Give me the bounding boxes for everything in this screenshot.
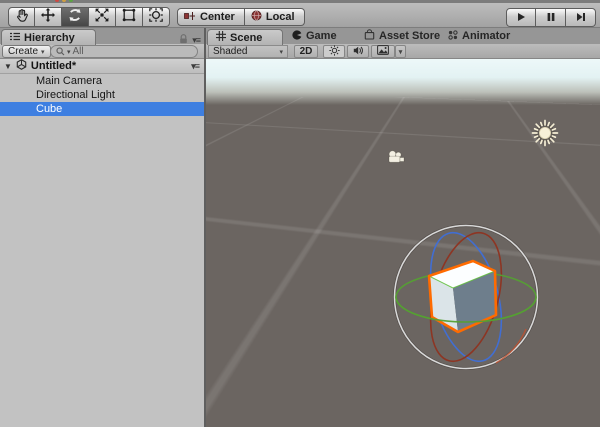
rotate-icon xyxy=(67,7,83,28)
transform-tool-button[interactable] xyxy=(143,7,170,27)
close-window-icon[interactable] xyxy=(55,0,59,2)
pivot-toggle-label: Center xyxy=(200,11,235,23)
scene-menu-icon[interactable]: ▾≡ xyxy=(191,61,199,72)
hierarchy-toolbar: Create ▾ ▾ All xyxy=(0,44,204,59)
effects-dropdown-button[interactable]: ▾ xyxy=(395,45,406,58)
scale-icon xyxy=(94,7,110,28)
speaker-icon xyxy=(353,45,364,59)
local-globe-icon xyxy=(251,10,262,24)
pivot-space-group: Center Local xyxy=(177,8,305,26)
scale-tool-button[interactable] xyxy=(89,7,116,27)
animator-icon xyxy=(448,30,458,43)
tab-scene[interactable]: Scene xyxy=(207,29,283,45)
hierarchy-item-cube[interactable]: Cube xyxy=(0,102,204,116)
transform-tool-group xyxy=(8,7,170,27)
game-icon xyxy=(292,30,302,43)
tab-scene-label: Scene xyxy=(230,32,262,44)
space-toggle-label: Local xyxy=(266,11,295,23)
hierarchy-tabstrip: Hierarchy ▾≡ xyxy=(0,28,204,44)
asset-store-icon xyxy=(364,29,375,43)
tab-asset-store-label: Asset Store xyxy=(379,30,440,42)
hierarchy-item-main-camera[interactable]: Main Camera xyxy=(0,74,204,88)
step-icon xyxy=(576,9,586,27)
pause-button[interactable] xyxy=(536,8,566,27)
audio-toggle-button[interactable] xyxy=(347,45,369,58)
search-placeholder: All xyxy=(73,46,84,57)
list-icon xyxy=(10,32,20,44)
chevron-down-icon: ▾ xyxy=(279,48,283,56)
tab-hierarchy-label: Hierarchy xyxy=(24,32,75,44)
hierarchy-tree: ▼ Untitled* ▾≡ Main Camera Directional L… xyxy=(0,59,204,427)
tab-hierarchy[interactable]: Hierarchy xyxy=(1,29,96,45)
main-toolbar: Center Local xyxy=(0,3,600,28)
play-button[interactable] xyxy=(506,8,536,27)
grid-icon xyxy=(216,31,226,44)
playback-controls xyxy=(506,8,596,27)
create-button[interactable]: Create ▾ xyxy=(2,45,51,58)
search-icon xyxy=(56,43,65,61)
hand-tool-button[interactable] xyxy=(8,7,35,27)
move-icon xyxy=(40,7,56,28)
rotate-tool-button[interactable] xyxy=(62,7,89,27)
pivot-center-icon xyxy=(184,11,196,24)
scene-viewport[interactable] xyxy=(206,59,600,427)
play-icon xyxy=(516,9,526,27)
tab-game-label: Game xyxy=(306,30,337,42)
tab-game[interactable]: Game xyxy=(292,28,337,44)
scene-name: Untitled* xyxy=(31,60,76,72)
step-button[interactable] xyxy=(566,8,596,27)
scene-panel: Scene Game Asset Store Animator xyxy=(206,28,600,427)
rect-tool-button[interactable] xyxy=(116,7,143,27)
tab-asset-store[interactable]: Asset Store xyxy=(364,28,440,44)
zoom-window-icon[interactable] xyxy=(69,0,73,2)
transform-icon xyxy=(148,7,164,28)
search-input[interactable]: ▾ All xyxy=(50,45,198,58)
draw-mode-dropdown[interactable]: Shaded ▾ xyxy=(208,45,288,58)
foldout-triangle-icon[interactable]: ▼ xyxy=(4,62,12,71)
chevron-down-icon: ▾ xyxy=(399,48,403,56)
gizmo-layer xyxy=(206,59,600,427)
draw-mode-label: Shaded xyxy=(213,46,247,57)
scene-tabstrip: Scene Game Asset Store Animator xyxy=(206,28,600,44)
hand-icon xyxy=(14,7,30,28)
space-toggle-button[interactable]: Local xyxy=(245,8,305,26)
scene-view-toolbar: Shaded ▾ 2D ▾ xyxy=(206,44,600,59)
tab-animator[interactable]: Animator xyxy=(448,28,510,44)
hierarchy-panel: Hierarchy ▾≡ Create ▾ ▾ All xyxy=(0,28,204,427)
2d-toggle-button[interactable]: 2D xyxy=(294,45,318,58)
move-tool-button[interactable] xyxy=(35,7,62,27)
search-filter-chevron-icon: ▾ xyxy=(67,48,71,56)
create-button-label: Create xyxy=(8,46,38,57)
rect-tool-icon xyxy=(121,7,137,28)
image-icon xyxy=(377,45,389,58)
main-camera-gizmo[interactable] xyxy=(389,151,404,162)
directional-light-gizmo[interactable] xyxy=(533,121,558,146)
effects-toggle-button[interactable] xyxy=(371,45,395,58)
tab-animator-label: Animator xyxy=(462,30,510,42)
sun-icon xyxy=(329,45,340,59)
unity-logo-icon xyxy=(16,59,27,73)
chevron-down-icon: ▾ xyxy=(41,48,45,56)
hierarchy-item-directional-light[interactable]: Directional Light xyxy=(0,88,204,102)
scene-header-row[interactable]: ▼ Untitled* ▾≡ xyxy=(0,59,204,74)
2d-toggle-label: 2D xyxy=(300,46,313,57)
minimize-window-icon[interactable] xyxy=(62,0,66,2)
lighting-toggle-button[interactable] xyxy=(323,45,345,58)
pause-icon xyxy=(546,9,556,27)
pivot-toggle-button[interactable]: Center xyxy=(177,8,245,26)
